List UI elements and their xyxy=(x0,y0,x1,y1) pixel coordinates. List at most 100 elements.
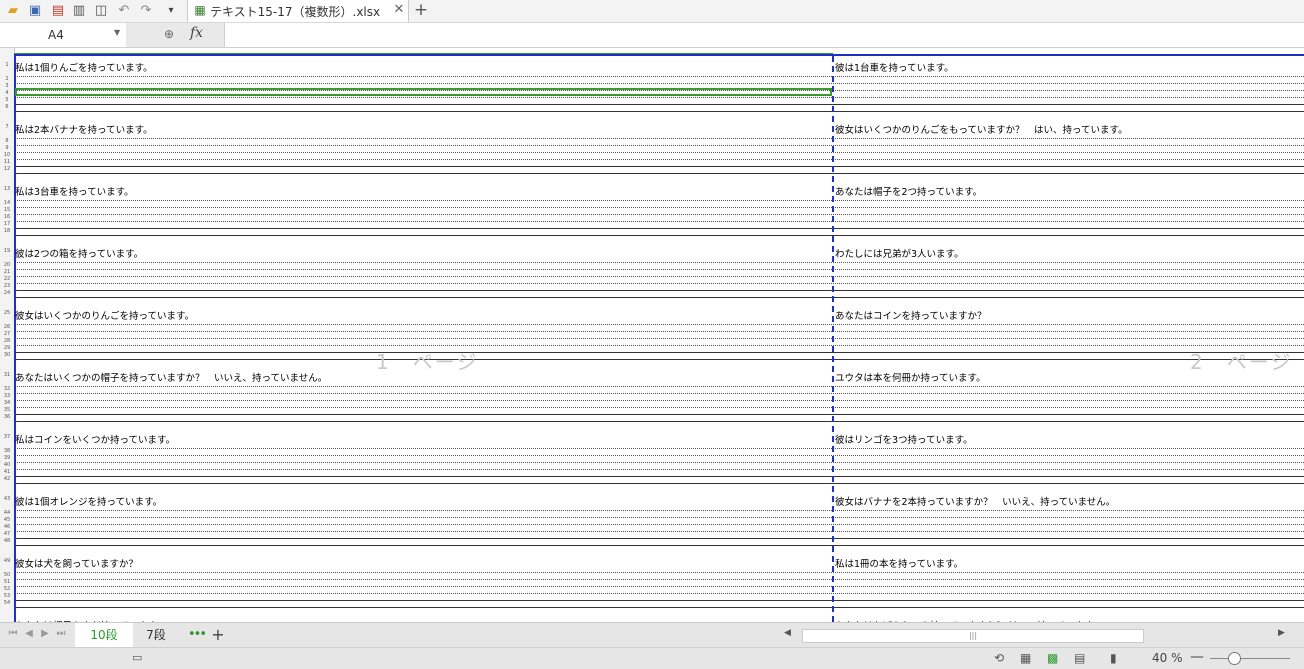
row-number[interactable]: 27 xyxy=(0,332,14,337)
row-header[interactable]: 1 2 3 4 5 6 7 8 9 10 11 12 13 14 15 16 17 18 19 20 21 22 23 24 2… xyxy=(0,48,15,622)
row-number[interactable]: 3 xyxy=(0,84,14,89)
row-number[interactable]: 38 xyxy=(0,449,14,454)
page-break-line[interactable] xyxy=(832,56,834,622)
open-folder-icon[interactable]: ▰ xyxy=(4,2,22,20)
cell-left-sentence[interactable]: 私は1個りんごを持っています。 xyxy=(15,60,153,74)
row-number[interactable]: 4 xyxy=(0,91,14,96)
zoom-out-icon[interactable]: — xyxy=(1190,649,1204,665)
next-sheet-icon[interactable]: ▶ xyxy=(38,628,52,639)
close-icon[interactable]: ✕ xyxy=(392,2,406,18)
row-number[interactable]: 34 xyxy=(0,401,14,406)
row-number[interactable]: 28 xyxy=(0,339,14,344)
export-pdf-icon[interactable]: ▤ xyxy=(49,2,67,20)
zoom-slider[interactable] xyxy=(1210,658,1290,659)
row-number[interactable]: 35 xyxy=(0,408,14,413)
row-number[interactable]: 8 xyxy=(0,139,14,144)
horizontal-scrollbar[interactable]: ◀ ||| ▶ xyxy=(784,628,1290,643)
print-icon[interactable]: ▥ xyxy=(70,2,88,20)
cell-left-sentence[interactable]: 私はコインをいくつか持っています。 xyxy=(15,432,175,446)
row-number[interactable]: 49 xyxy=(0,559,14,564)
row-number[interactable]: 17 xyxy=(0,222,14,227)
row-number[interactable]: 45 xyxy=(0,518,14,523)
sheet-tab-7dan[interactable]: 7段 xyxy=(136,623,176,647)
page-layout-icon[interactable]: ▤ xyxy=(1074,651,1085,665)
cell-left-sentence[interactable]: 彼は1個オレンジを持っています。 xyxy=(15,494,162,508)
cell-left-sentence[interactable]: 彼は2つの箱を持っています。 xyxy=(15,246,143,260)
row-number[interactable]: 26 xyxy=(0,325,14,330)
row-number[interactable]: 32 xyxy=(0,387,14,392)
customize-icon[interactable]: ▾ xyxy=(162,2,180,20)
row-number[interactable]: 20 xyxy=(0,263,14,268)
row-number[interactable]: 39 xyxy=(0,456,14,461)
cell-left-sentence[interactable]: 彼女は犬を飼っていますか？ xyxy=(15,556,138,570)
row-number[interactable]: 37 xyxy=(0,435,14,440)
cell-right-sentence[interactable]: 私は1冊の本を持っています。 xyxy=(835,556,963,570)
formula-input[interactable] xyxy=(226,23,1304,47)
row-number[interactable]: 10 xyxy=(0,153,14,158)
row-number[interactable]: 41 xyxy=(0,470,14,475)
row-number[interactable]: 1 xyxy=(0,63,14,68)
normal-view-icon[interactable]: ▦ xyxy=(1020,651,1031,665)
row-number[interactable]: 29 xyxy=(0,346,14,351)
worksheet-grid[interactable]: 1 2 3 4 5 6 7 8 9 10 11 12 13 14 15 16 17 18 19 20 21 22 23 24 2… xyxy=(0,48,1304,622)
row-number[interactable]: 52 xyxy=(0,587,14,592)
row-number[interactable]: 36 xyxy=(0,415,14,420)
row-number[interactable]: 9 xyxy=(0,146,14,151)
chevron-down-icon[interactable]: ▼ xyxy=(114,28,120,37)
row-number[interactable]: 15 xyxy=(0,208,14,213)
cell-left-sentence[interactable]: あなたはいくつかの帽子を持っていますか？ いいえ、持っていません。 xyxy=(15,370,327,384)
zoom-slider-thumb[interactable] xyxy=(1228,652,1241,665)
row-number[interactable]: 46 xyxy=(0,525,14,530)
redo-icon[interactable]: ↷ xyxy=(137,2,155,20)
cell-right-sentence[interactable]: ユウタは本を何冊か持っています。 xyxy=(835,370,986,384)
cell-right-sentence[interactable]: あなたは帽子を2つ持っています。 xyxy=(835,184,982,198)
row-number[interactable]: 18 xyxy=(0,229,14,234)
backup-icon[interactable]: ⟲ xyxy=(994,651,1004,665)
prev-sheet-icon[interactable]: ◀ xyxy=(22,628,36,639)
cell-left-sentence[interactable]: 彼女はいくつかのりんごを持っています。 xyxy=(15,308,194,322)
cell-right-sentence[interactable]: 彼は1台車を持っています。 xyxy=(835,60,954,74)
row-number[interactable]: 13 xyxy=(0,187,14,192)
cell-right-sentence[interactable]: あなたはコインを持っていますか？ xyxy=(835,308,987,322)
first-sheet-icon[interactable]: ⏮ xyxy=(6,628,20,639)
cell-right-sentence[interactable]: 彼女はいくつかのりんごをもっていますか？ はい、持っています。 xyxy=(835,122,1128,136)
scroll-left-icon[interactable]: ◀ xyxy=(784,628,791,638)
row-number[interactable]: 21 xyxy=(0,270,14,275)
row-number[interactable]: 24 xyxy=(0,291,14,296)
cell-left-sentence[interactable]: 私は3台車を持っています。 xyxy=(15,184,134,198)
row-number[interactable]: 33 xyxy=(0,394,14,399)
last-sheet-icon[interactable]: ⏭ xyxy=(54,628,68,639)
macro-icon[interactable]: ▭ xyxy=(132,651,142,664)
sheet-tab-10dan[interactable]: 10段 xyxy=(75,623,133,647)
row-number[interactable]: 53 xyxy=(0,594,14,599)
row-number[interactable]: 42 xyxy=(0,477,14,482)
name-box[interactable]: A4 ▼ xyxy=(0,23,127,47)
row-number[interactable]: 47 xyxy=(0,532,14,537)
row-number[interactable]: 2 xyxy=(0,77,14,82)
undo-icon[interactable]: ↶ xyxy=(115,2,133,20)
page-break-view-icon[interactable]: ▩ xyxy=(1047,651,1058,665)
row-number[interactable]: 40 xyxy=(0,463,14,468)
document-tab[interactable]: ▦ テキスト15-17（複数形）.xlsx ✕ xyxy=(187,0,409,22)
row-number[interactable]: 44 xyxy=(0,511,14,516)
more-sheets-icon[interactable]: ••• xyxy=(188,627,207,642)
row-number[interactable]: 22 xyxy=(0,277,14,282)
print-preview-icon[interactable]: ◫ xyxy=(92,2,110,20)
add-tab-icon[interactable]: + xyxy=(412,1,430,21)
row-number[interactable]: 14 xyxy=(0,201,14,206)
active-cell-selection[interactable] xyxy=(15,88,832,96)
add-sheet-icon[interactable]: + xyxy=(210,625,226,644)
row-number[interactable]: 7 xyxy=(0,125,14,130)
reading-mode-icon[interactable]: ▮ xyxy=(1110,651,1117,665)
row-number[interactable]: 23 xyxy=(0,284,14,289)
scroll-right-icon[interactable]: ▶ xyxy=(1278,628,1285,638)
row-number[interactable]: 12 xyxy=(0,167,14,172)
save-icon[interactable]: ▣ xyxy=(26,2,44,20)
row-number[interactable]: 5 xyxy=(0,98,14,103)
cell-right-sentence[interactable]: 彼女はバナナを2本持っていますか？ いいえ、持っていません。 xyxy=(835,494,1115,508)
row-number[interactable]: 25 xyxy=(0,311,14,316)
scroll-thumb[interactable]: ||| xyxy=(802,629,1144,643)
function-icon[interactable]: fx xyxy=(190,25,203,41)
row-number[interactable]: 54 xyxy=(0,601,14,606)
row-number[interactable]: 19 xyxy=(0,249,14,254)
